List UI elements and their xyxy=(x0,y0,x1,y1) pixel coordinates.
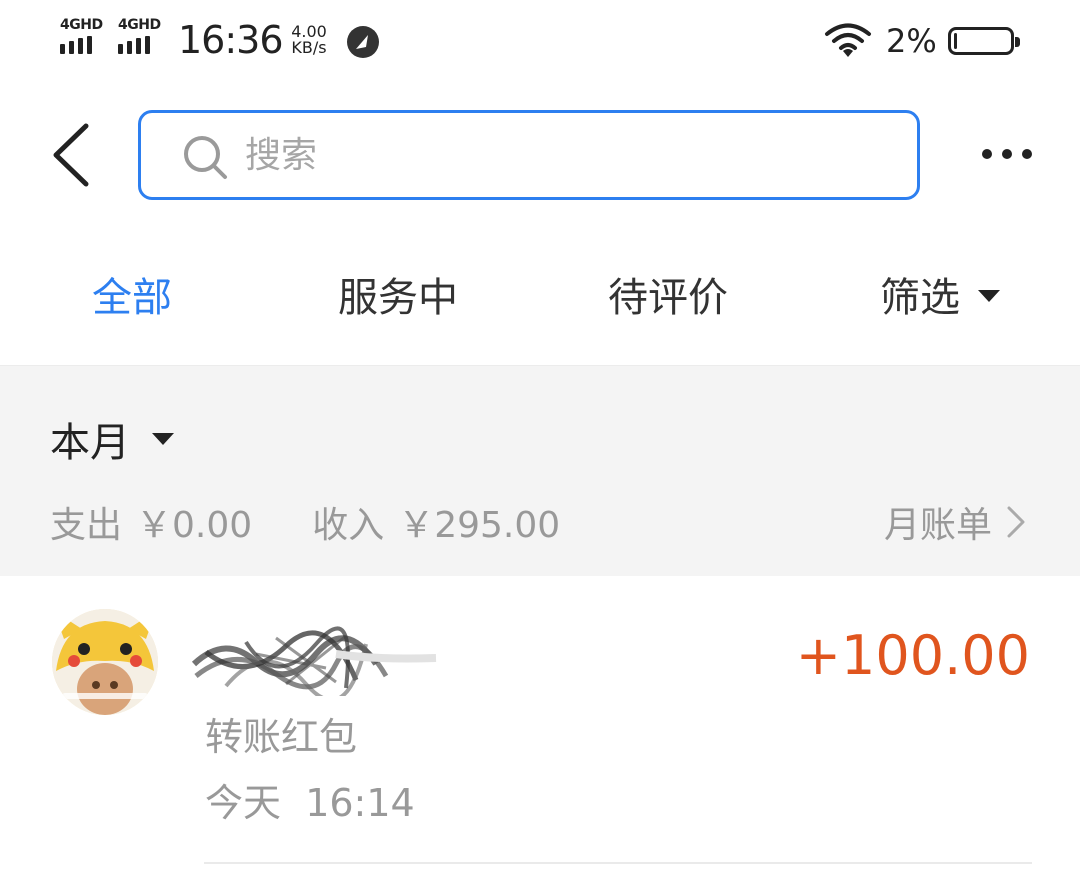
back-arrow-icon[interactable] xyxy=(48,122,96,188)
expense-label: 支出 xyxy=(50,505,123,546)
transaction-amount: +100.00 xyxy=(795,624,1030,687)
search-box[interactable] xyxy=(138,110,920,200)
signal-bars-icon xyxy=(60,36,103,54)
net-speed: 4.00 KB/s xyxy=(287,24,331,56)
contact-name-redacted xyxy=(191,626,437,696)
sim1-signal: 4GHD xyxy=(60,18,103,54)
battery-percent: 2% xyxy=(886,22,937,60)
filter-tabs: 全部 服务中 待评价 筛选 xyxy=(0,262,1080,334)
status-time: 16:36 xyxy=(178,18,284,62)
status-bar: 4GHD 4GHD 16:36 4.00 KB/s 2% xyxy=(0,0,1080,86)
monthly-bill-link[interactable]: 月账单 xyxy=(884,496,1026,548)
dropdown-caret-icon xyxy=(152,433,174,445)
tab-filter[interactable]: 筛选 xyxy=(880,262,1000,334)
transaction-type: 转账红包 xyxy=(205,715,358,759)
battery-fill xyxy=(954,33,957,49)
tab-all[interactable]: 全部 xyxy=(92,262,172,334)
wifi-icon xyxy=(825,23,871,57)
transaction-row[interactable]: 转账红包 今天 16:14 +100.00 xyxy=(0,576,1080,866)
transaction-clock: 16:14 xyxy=(305,781,415,825)
signal-bars-icon xyxy=(118,36,161,54)
search-input[interactable] xyxy=(245,127,885,183)
month-summary: 本月 支出 ￥0.00 收入 ￥295.00 月账单 xyxy=(0,365,1080,576)
tab-filter-label: 筛选 xyxy=(880,275,960,321)
avatar xyxy=(52,609,158,715)
search-icon xyxy=(184,136,227,179)
income-value: ￥295.00 xyxy=(398,505,561,546)
more-icon[interactable] xyxy=(978,140,1036,168)
month-label: 本月 xyxy=(50,420,130,466)
transaction-time: 今天 16:14 xyxy=(205,772,415,827)
expense-value: ￥0.00 xyxy=(136,505,253,546)
row-divider xyxy=(204,862,1032,864)
net-speed-unit: KB/s xyxy=(291,38,327,57)
sim1-label: 4GHD xyxy=(60,17,103,33)
chevron-right-icon xyxy=(1007,506,1025,538)
transaction-date: 今天 xyxy=(205,781,282,825)
tab-in-service[interactable]: 服务中 xyxy=(338,262,458,334)
month-selector[interactable]: 本月 xyxy=(50,410,174,468)
tab-to-review[interactable]: 待评价 xyxy=(608,262,728,334)
month-totals: 支出 ￥0.00 收入 ￥295.00 xyxy=(50,496,574,548)
dropdown-caret-icon xyxy=(978,290,1000,302)
sim2-label: 4GHD xyxy=(118,17,161,33)
speed-gauge-icon xyxy=(347,26,379,58)
income-label: 收入 xyxy=(312,505,385,546)
monthly-bill-label: 月账单 xyxy=(883,505,992,546)
sim2-signal: 4GHD xyxy=(118,18,161,54)
battery-icon xyxy=(948,27,1020,55)
